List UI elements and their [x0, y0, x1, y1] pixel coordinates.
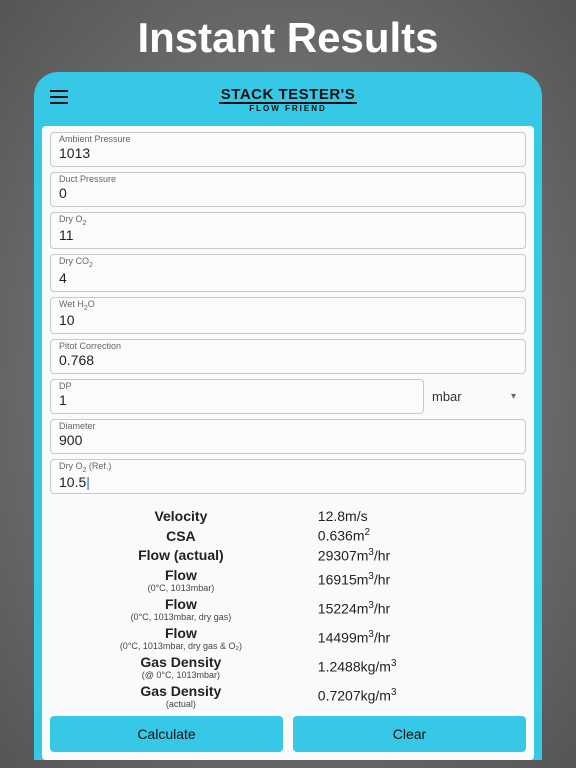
- result-velocity-label: Velocity: [50, 508, 312, 524]
- result-flow-dry-o2-label: Flow: [50, 625, 312, 641]
- diameter-field[interactable]: Diameter: [50, 419, 526, 454]
- logo-subtitle: FLOW FRIEND: [219, 105, 357, 113]
- dry-o2-field[interactable]: Dry O2: [50, 212, 526, 250]
- result-gd-act-label: Gas Density: [50, 683, 312, 699]
- calculate-button[interactable]: Calculate: [50, 716, 283, 752]
- result-flow-dry-o2: Flow(0°C, 1013mbar, dry gas & O₂) 14499m…: [50, 625, 526, 651]
- banner-title: Instant Results: [0, 0, 576, 72]
- duct-pressure-field[interactable]: Duct Pressure: [50, 172, 526, 207]
- menu-icon[interactable]: [50, 90, 68, 104]
- button-row: Calculate Clear: [42, 710, 534, 760]
- result-flow-actual-label: Flow (actual): [50, 547, 312, 563]
- input-fields: Ambient Pressure Duct Pressure Dry O2 Dr…: [50, 132, 526, 499]
- app-frame: STACK TESTER'S FLOW FRIEND Ambient Press…: [34, 72, 542, 760]
- dry-co2-label: Dry CO2: [59, 257, 517, 270]
- result-csa-value: 0.636m2: [312, 527, 526, 544]
- result-gas-density-actual: Gas Density(actual) 0.7207kg/m3: [50, 683, 526, 709]
- ambient-pressure-label: Ambient Pressure: [59, 135, 517, 145]
- dp-row: DP mbar ▾: [50, 379, 526, 414]
- pitot-field[interactable]: Pitot Correction: [50, 339, 526, 374]
- result-flow-actual-value: 29307m3/hr: [312, 547, 526, 564]
- result-flow-actual: Flow (actual) 29307m3/hr: [50, 547, 526, 564]
- result-flow-std-value: 16915m3/hr: [312, 571, 526, 588]
- dry-o2-input[interactable]: [59, 227, 517, 243]
- diameter-input[interactable]: [59, 432, 517, 448]
- screen: Ambient Pressure Duct Pressure Dry O2 Dr…: [42, 126, 534, 760]
- result-flow-std-label: Flow: [50, 567, 312, 583]
- result-csa-label: CSA: [50, 528, 312, 544]
- duct-pressure-input[interactable]: [59, 185, 517, 201]
- result-flow-std: Flow(0°C, 1013mbar) 16915m3/hr: [50, 567, 526, 593]
- result-velocity-value: 12.8m/s: [312, 508, 526, 524]
- dp-input[interactable]: [59, 392, 415, 408]
- wet-h2o-input[interactable]: [59, 312, 517, 328]
- dp-field[interactable]: DP: [50, 379, 424, 414]
- pitot-label: Pitot Correction: [59, 342, 517, 352]
- dp-label: DP: [59, 382, 415, 392]
- result-gd-act-sub: (actual): [50, 699, 312, 709]
- result-velocity: Velocity 12.8m/s: [50, 508, 526, 524]
- pitot-input[interactable]: [59, 352, 517, 368]
- result-csa: CSA 0.636m2: [50, 527, 526, 544]
- diameter-label: Diameter: [59, 422, 517, 432]
- result-gd-std-value: 1.2488kg/m3: [312, 658, 526, 675]
- app-logo: STACK TESTER'S FLOW FRIEND: [219, 87, 357, 113]
- result-gd-std-sub: (@ 0°C, 1013mbar): [50, 670, 312, 680]
- result-flow-dry-o2-sub: (0°C, 1013mbar, dry gas & O₂): [50, 641, 312, 651]
- result-flow-dry-sub: (0°C, 1013mbar, dry gas): [50, 612, 312, 622]
- dp-unit-value: mbar: [432, 389, 462, 404]
- dry-co2-field[interactable]: Dry CO2: [50, 254, 526, 292]
- result-flow-std-sub: (0°C, 1013mbar): [50, 583, 312, 593]
- wet-h2o-label: Wet H2O: [59, 300, 517, 313]
- clear-button[interactable]: Clear: [293, 716, 526, 752]
- result-flow-dry-value: 15224m3/hr: [312, 600, 526, 617]
- ambient-pressure-field[interactable]: Ambient Pressure: [50, 132, 526, 167]
- duct-pressure-label: Duct Pressure: [59, 175, 517, 185]
- wet-h2o-field[interactable]: Wet H2O: [50, 297, 526, 335]
- results-panel: Velocity 12.8m/s CSA 0.636m2 Flow (actua…: [50, 499, 526, 710]
- app-bar: STACK TESTER'S FLOW FRIEND: [42, 80, 534, 120]
- result-flow-dry-o2-value: 14499m3/hr: [312, 629, 526, 646]
- dp-unit-select[interactable]: mbar ▾: [430, 379, 526, 413]
- result-gd-std-label: Gas Density: [50, 654, 312, 670]
- result-gas-density-std: Gas Density(@ 0°C, 1013mbar) 1.2488kg/m3: [50, 654, 526, 680]
- result-flow-dry: Flow(0°C, 1013mbar, dry gas) 15224m3/hr: [50, 596, 526, 622]
- dry-o2-label: Dry O2: [59, 215, 517, 228]
- dry-co2-input[interactable]: [59, 270, 517, 286]
- dry-o2-ref-label: Dry O2 (Ref.): [59, 462, 517, 475]
- chevron-down-icon: ▾: [511, 391, 516, 402]
- logo-title: STACK TESTER'S: [219, 87, 357, 104]
- dry-o2-ref-input[interactable]: 10.5|: [59, 474, 517, 490]
- ambient-pressure-input[interactable]: [59, 145, 517, 161]
- dry-o2-ref-field[interactable]: Dry O2 (Ref.) 10.5|: [50, 459, 526, 495]
- result-gd-act-value: 0.7207kg/m3: [312, 687, 526, 704]
- result-flow-dry-label: Flow: [50, 596, 312, 612]
